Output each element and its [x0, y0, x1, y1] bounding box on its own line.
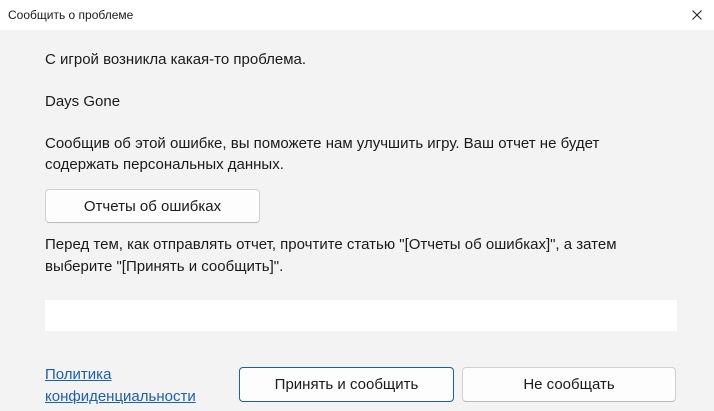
privacy-link-line2: конфиденциальности — [45, 388, 196, 405]
error-reports-button[interactable]: Отчеты об ошибках — [45, 189, 260, 223]
instruction-text-line2: выберите "[Принять и сообщить]". — [45, 258, 284, 275]
window-title: Сообщить о проблеме — [8, 8, 134, 22]
game-name: Days Gone — [45, 93, 121, 110]
privacy-policy-link[interactable]: Политика конфиденциальности — [45, 364, 196, 408]
accept-and-report-button[interactable]: Принять и сообщить — [239, 367, 454, 402]
title-bar: Сообщить о проблеме — [0, 0, 714, 30]
report-problem-dialog: Сообщить о проблеме С игрой возникла как… — [0, 0, 714, 411]
close-button[interactable] — [680, 0, 714, 30]
privacy-link-line1: Политика — [45, 366, 112, 383]
report-details-field[interactable] — [45, 300, 677, 331]
do-not-report-button[interactable]: Не сообщать — [462, 367, 676, 402]
info-text-line1: Сообщив об этой ошибке, вы поможете нам … — [45, 135, 600, 152]
problem-message: С игрой возникла какая-то проблема. — [45, 51, 307, 68]
close-icon — [692, 10, 702, 20]
instruction-text-line1: Перед тем, как отправлять отчет, прочтит… — [45, 236, 617, 253]
info-text-line2: содержать персональных данных. — [45, 156, 284, 173]
